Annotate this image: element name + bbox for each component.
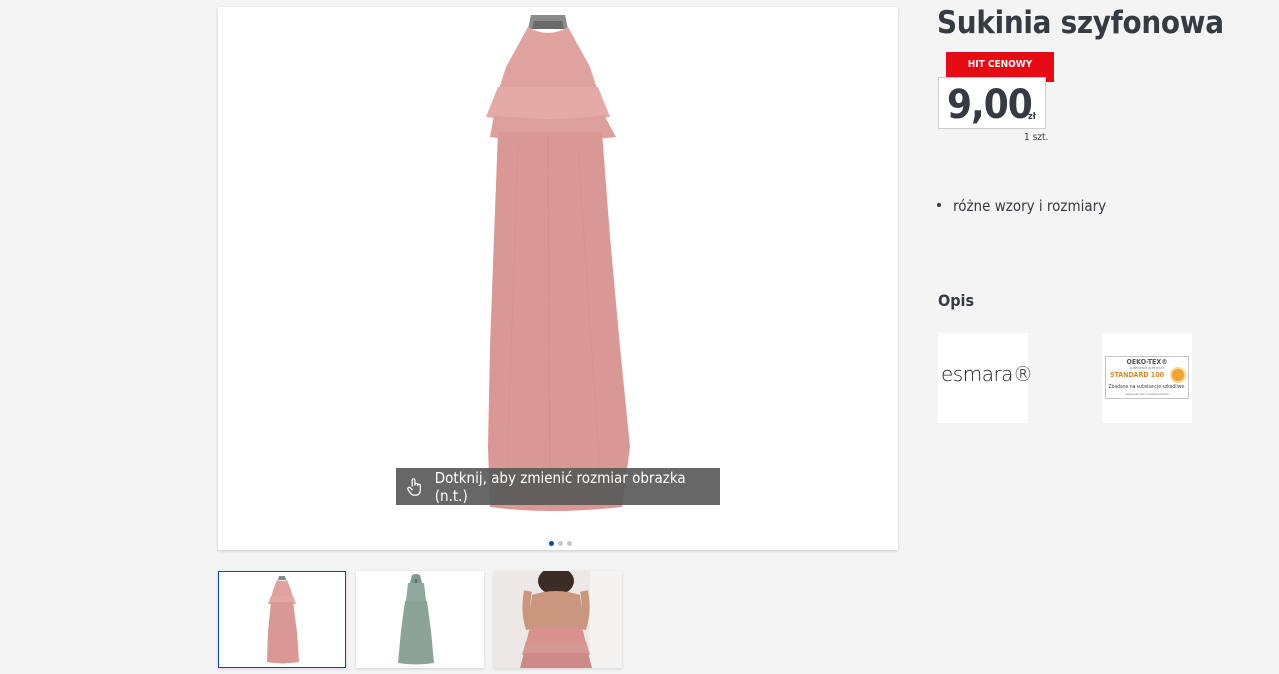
esmara-logo: esmara® <box>941 362 1033 386</box>
thumbnail-back-image <box>494 571 622 668</box>
carousel-dot[interactable] <box>558 541 563 546</box>
oeko-note: Zbadane na substancje szkodliwe. <box>1108 384 1186 390</box>
feature-text: różne wzory i rozmiary <box>953 197 1107 215</box>
oeko-name: OEKO-TEX® <box>1126 358 1168 366</box>
thumbnail-pink-dress-image <box>267 576 299 664</box>
bullet-icon <box>937 202 941 207</box>
product-title: Sukinia szyfonowa <box>937 5 1224 41</box>
oeko-tex-logo: OEKO-TEX® CONFIDENCE IN TEXTILES STANDAR… <box>1105 356 1189 399</box>
main-product-image[interactable]: Dotknij, aby zmienić rozmiar obrazka (n.… <box>218 7 898 550</box>
zoom-hint-label: Dotknij, aby zmienić rozmiar obrazka (n.… <box>434 468 686 505</box>
certification-logo-card: OEKO-TEX® CONFIDENCE IN TEXTILES STANDAR… <box>1102 333 1192 423</box>
carousel-dot[interactable] <box>567 541 572 546</box>
oeko-standard: STANDARD 100 <box>1110 371 1164 379</box>
carousel-dots <box>549 541 572 546</box>
thumbnail-green-dress-image <box>398 574 434 665</box>
price-unit: 1 szt. <box>1024 132 1049 143</box>
zoom-hint[interactable]: Dotknij, aby zmienić rozmiar obrazka (n.… <box>396 468 720 505</box>
thumbnail-green-dress[interactable] <box>356 571 484 668</box>
price-box: 9,00 zł <box>938 77 1046 129</box>
description-title: Opis <box>938 291 975 310</box>
price-currency: zł <box>1028 112 1036 122</box>
brand-logo-card: esmara® <box>938 333 1033 423</box>
thumbnail-pink-dress[interactable] <box>218 571 346 668</box>
feature-list: różne wzory i rozmiary <box>937 197 1106 215</box>
price-value: 9,00 <box>947 82 1033 128</box>
oeko-url: www.oeko-tex.com/standard100 <box>1125 392 1169 396</box>
thumbnail-pink-dress-back[interactable] <box>494 571 622 668</box>
hand-pointer-icon <box>407 477 421 496</box>
list-item: różne wzory i rozmiary <box>937 197 1106 215</box>
sun-icon <box>1172 369 1184 381</box>
carousel-dot[interactable] <box>549 541 554 546</box>
